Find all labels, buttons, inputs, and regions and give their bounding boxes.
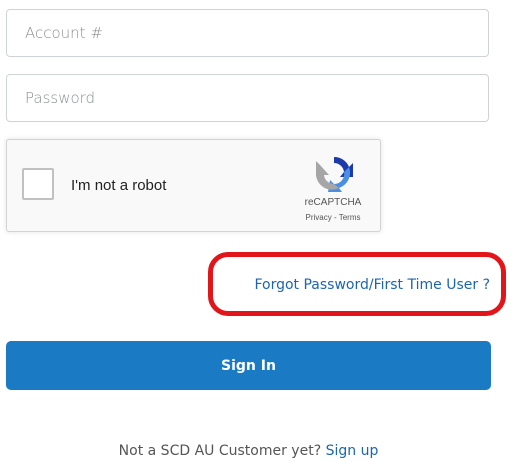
signup-prompt-text: Not a SCD AU Customer yet? bbox=[118, 443, 322, 459]
forgot-password-link[interactable]: Forgot Password/First Time User ? bbox=[254, 277, 490, 293]
recaptcha-privacy-link[interactable]: Privacy bbox=[306, 213, 332, 222]
password-input[interactable] bbox=[7, 75, 488, 121]
account-number-field[interactable] bbox=[6, 9, 489, 57]
recaptcha-logo-icon bbox=[316, 156, 353, 192]
signup-prompt: Not a SCD AU Customer yet? Sign up bbox=[0, 443, 497, 459]
recaptcha-terms-row: Privacy - Terms bbox=[292, 213, 374, 222]
recaptcha-terms-link[interactable]: Terms bbox=[339, 213, 361, 222]
recaptcha-separator: - bbox=[331, 213, 339, 222]
recaptcha-widget: I'm not a robot reCAPTCHA Privacy - Term… bbox=[6, 139, 381, 232]
sign-in-button[interactable]: Sign In bbox=[6, 341, 491, 390]
password-field[interactable] bbox=[6, 74, 489, 122]
recaptcha-label: I'm not a robot bbox=[71, 177, 167, 194]
account-number-input[interactable] bbox=[7, 10, 488, 56]
recaptcha-checkbox[interactable] bbox=[22, 168, 54, 200]
signup-link[interactable]: Sign up bbox=[326, 443, 379, 459]
recaptcha-brand: reCAPTCHA bbox=[304, 197, 362, 208]
